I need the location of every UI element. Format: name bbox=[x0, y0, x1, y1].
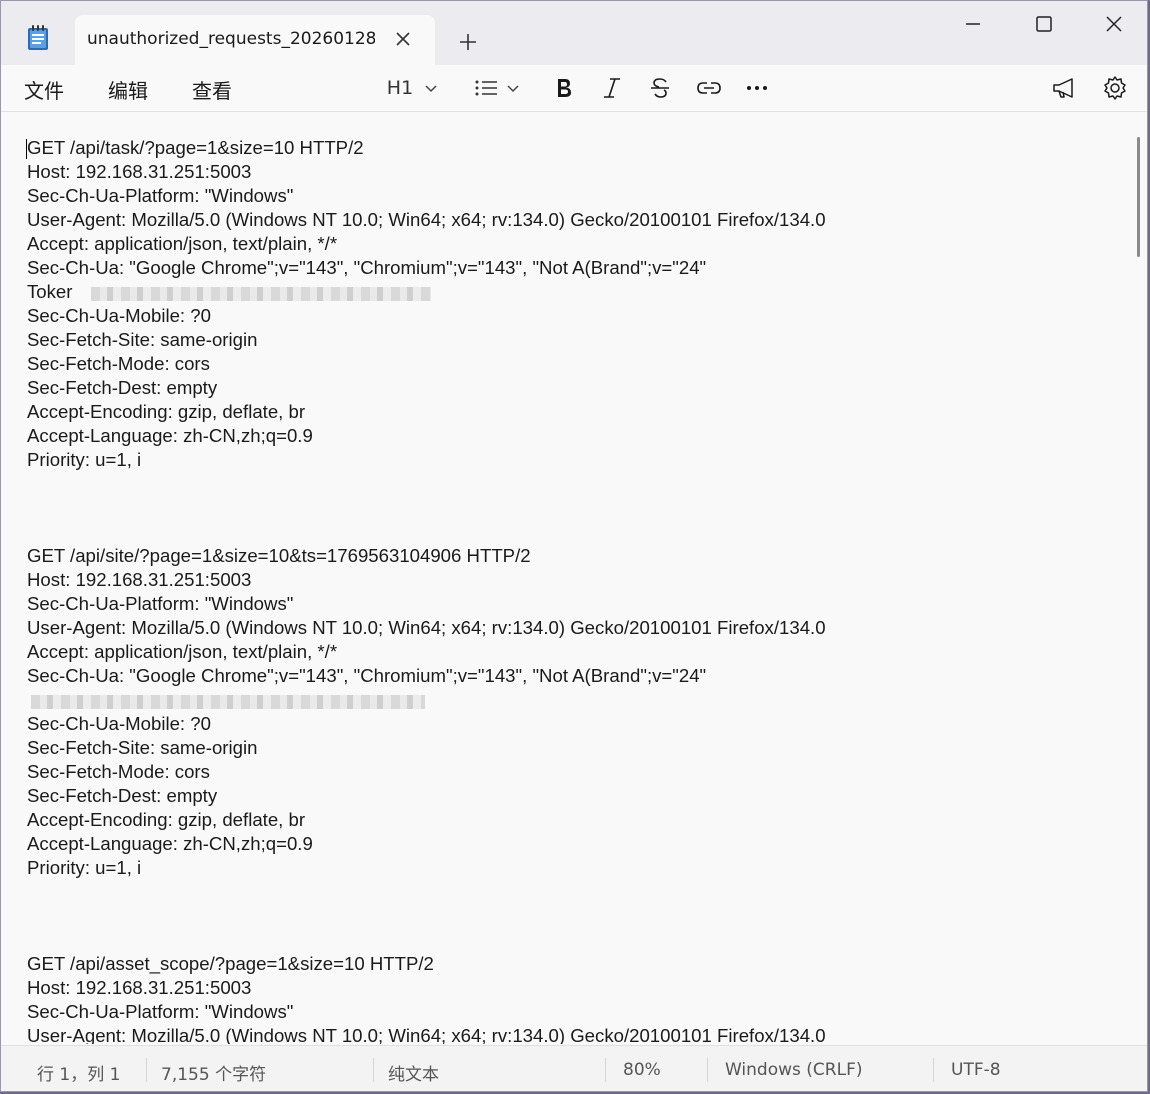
text-line[interactable]: Sec-Ch-Ua-Platform: "Windows" bbox=[27, 1000, 826, 1024]
redacted-token-1 bbox=[91, 287, 431, 301]
text-line[interactable]: Accept-Encoding: gzip, deflate, br bbox=[27, 400, 826, 424]
text-line[interactable] bbox=[27, 496, 826, 520]
text-line[interactable] bbox=[27, 472, 826, 496]
scrollbar-thumb[interactable] bbox=[1137, 137, 1140, 257]
text-line[interactable]: Sec-Ch-Ua: "Google Chrome";v="143", "Chr… bbox=[27, 664, 826, 688]
maximize-icon[interactable] bbox=[1023, 11, 1063, 39]
menu-toolbar: 文件 编辑 查看 H1 bbox=[1, 65, 1147, 112]
text-line[interactable]: GET /api/asset_scope/?page=1&size=10 HTT… bbox=[27, 952, 826, 976]
bullet-list-icon bbox=[475, 80, 497, 96]
menu-view[interactable]: 查看 bbox=[192, 75, 232, 104]
text-line[interactable]: Sec-Fetch-Dest: empty bbox=[27, 376, 826, 400]
text-line[interactable]: User-Agent: Mozilla/5.0 (Windows NT 10.0… bbox=[27, 208, 826, 232]
link-icon[interactable] bbox=[695, 73, 723, 103]
redacted-token-2 bbox=[31, 695, 425, 709]
text-line[interactable]: Priority: u=1, i bbox=[27, 448, 826, 472]
notepad-window: unauthorized_requests_20260128_0 文件 编辑 查… bbox=[0, 0, 1148, 1092]
text-line[interactable]: Sec-Ch-Ua-Platform: "Windows" bbox=[27, 184, 826, 208]
text-format[interactable]: 纯文本 bbox=[388, 1060, 439, 1085]
text-line[interactable]: Accept-Encoding: gzip, deflate, br bbox=[27, 808, 826, 832]
chevron-down-icon bbox=[507, 85, 519, 93]
text-line[interactable]: Sec-Ch-Ua-Platform: "Windows" bbox=[27, 592, 826, 616]
text-line[interactable]: User-Agent: Mozilla/5.0 (Windows NT 10.0… bbox=[27, 616, 826, 640]
text-line[interactable] bbox=[27, 904, 826, 928]
bold-icon[interactable] bbox=[551, 73, 577, 103]
text-line[interactable]: Sec-Fetch-Dest: empty bbox=[27, 784, 826, 808]
line-ending[interactable]: Windows (CRLF) bbox=[725, 1060, 863, 1080]
text-line[interactable]: Accept: application/json, text/plain, */… bbox=[27, 640, 826, 664]
encoding[interactable]: UTF-8 bbox=[951, 1060, 1001, 1080]
document-text[interactable]: GET /api/task/?page=1&size=10 HTTP/2 Host… bbox=[27, 136, 826, 1044]
text-line[interactable] bbox=[27, 928, 826, 952]
heading-label: H1 bbox=[386, 77, 414, 99]
text-cursor bbox=[26, 139, 27, 159]
status-divider bbox=[707, 1058, 708, 1082]
text-line[interactable]: Sec-Fetch-Site: same-origin bbox=[27, 736, 826, 760]
text-line[interactable]: Sec-Ch-Ua: "Google Chrome";v="143", "Chr… bbox=[27, 256, 826, 280]
zoom-level[interactable]: 80% bbox=[623, 1060, 661, 1080]
status-divider bbox=[373, 1058, 374, 1082]
character-count[interactable]: 7,155 个字符 bbox=[161, 1060, 266, 1085]
text-line[interactable]: Sec-Fetch-Site: same-origin bbox=[27, 328, 826, 352]
new-tab-plus-icon[interactable] bbox=[457, 31, 479, 53]
chevron-down-icon bbox=[425, 85, 437, 93]
status-divider bbox=[605, 1058, 606, 1082]
feedback-megaphone-icon[interactable] bbox=[1050, 73, 1078, 103]
text-line[interactable]: Accept-Language: zh-CN,zh;q=0.9 bbox=[27, 832, 826, 856]
text-line[interactable]: Sec-Fetch-Mode: cors bbox=[27, 352, 826, 376]
notepad-app-icon bbox=[28, 25, 48, 50]
title-bar: unauthorized_requests_20260128_0 bbox=[1, 1, 1147, 65]
text-line[interactable]: GET /api/site/?page=1&size=10&ts=1769563… bbox=[27, 544, 826, 568]
close-tab-icon[interactable] bbox=[393, 29, 413, 49]
list-dropdown[interactable] bbox=[469, 73, 525, 103]
status-divider bbox=[146, 1058, 147, 1082]
text-line[interactable]: Host: 192.168.31.251:5003 bbox=[27, 568, 826, 592]
text-line[interactable] bbox=[27, 520, 826, 544]
status-divider bbox=[933, 1058, 934, 1082]
text-line[interactable]: User-Agent: Mozilla/5.0 (Windows NT 10.0… bbox=[27, 1024, 826, 1044]
text-line[interactable] bbox=[27, 880, 826, 904]
text-line[interactable]: Accept-Language: zh-CN,zh;q=0.9 bbox=[27, 424, 826, 448]
text-line[interactable]: GET /api/task/?page=1&size=10 HTTP/2 bbox=[27, 136, 826, 160]
heading-dropdown[interactable]: H1 bbox=[383, 73, 443, 103]
menu-edit[interactable]: 编辑 bbox=[108, 75, 148, 104]
menu-file[interactable]: 文件 bbox=[24, 75, 64, 104]
document-tab[interactable]: unauthorized_requests_20260128_0 bbox=[75, 15, 435, 65]
text-line[interactable]: Sec-Fetch-Mode: cors bbox=[27, 760, 826, 784]
text-line[interactable]: Accept: application/json, text/plain, */… bbox=[27, 232, 826, 256]
status-bar: 行 1，列 1 7,155 个字符 纯文本 80% Windows (CRLF)… bbox=[1, 1045, 1147, 1091]
text-line[interactable]: Host: 192.168.31.251:5003 bbox=[27, 976, 826, 1000]
text-line[interactable]: Sec-Ch-Ua-Mobile: ?0 bbox=[27, 304, 826, 328]
close-window-icon[interactable] bbox=[1094, 11, 1134, 39]
text-line[interactable]: Sec-Ch-Ua-Mobile: ?0 bbox=[27, 712, 826, 736]
minimize-icon[interactable] bbox=[953, 11, 993, 39]
text-editor[interactable]: GET /api/task/?page=1&size=10 HTTP/2 Host… bbox=[1, 112, 1131, 1044]
strikethrough-icon[interactable] bbox=[647, 73, 673, 103]
text-line[interactable]: Host: 192.168.31.251:5003 bbox=[27, 160, 826, 184]
text-line[interactable]: Priority: u=1, i bbox=[27, 856, 826, 880]
more-options-icon[interactable] bbox=[744, 73, 770, 103]
settings-gear-icon[interactable] bbox=[1101, 73, 1129, 103]
cursor-position[interactable]: 行 1，列 1 bbox=[37, 1060, 120, 1085]
tab-title: unauthorized_requests_20260128_0 bbox=[87, 29, 375, 49]
italic-icon[interactable] bbox=[599, 73, 625, 103]
